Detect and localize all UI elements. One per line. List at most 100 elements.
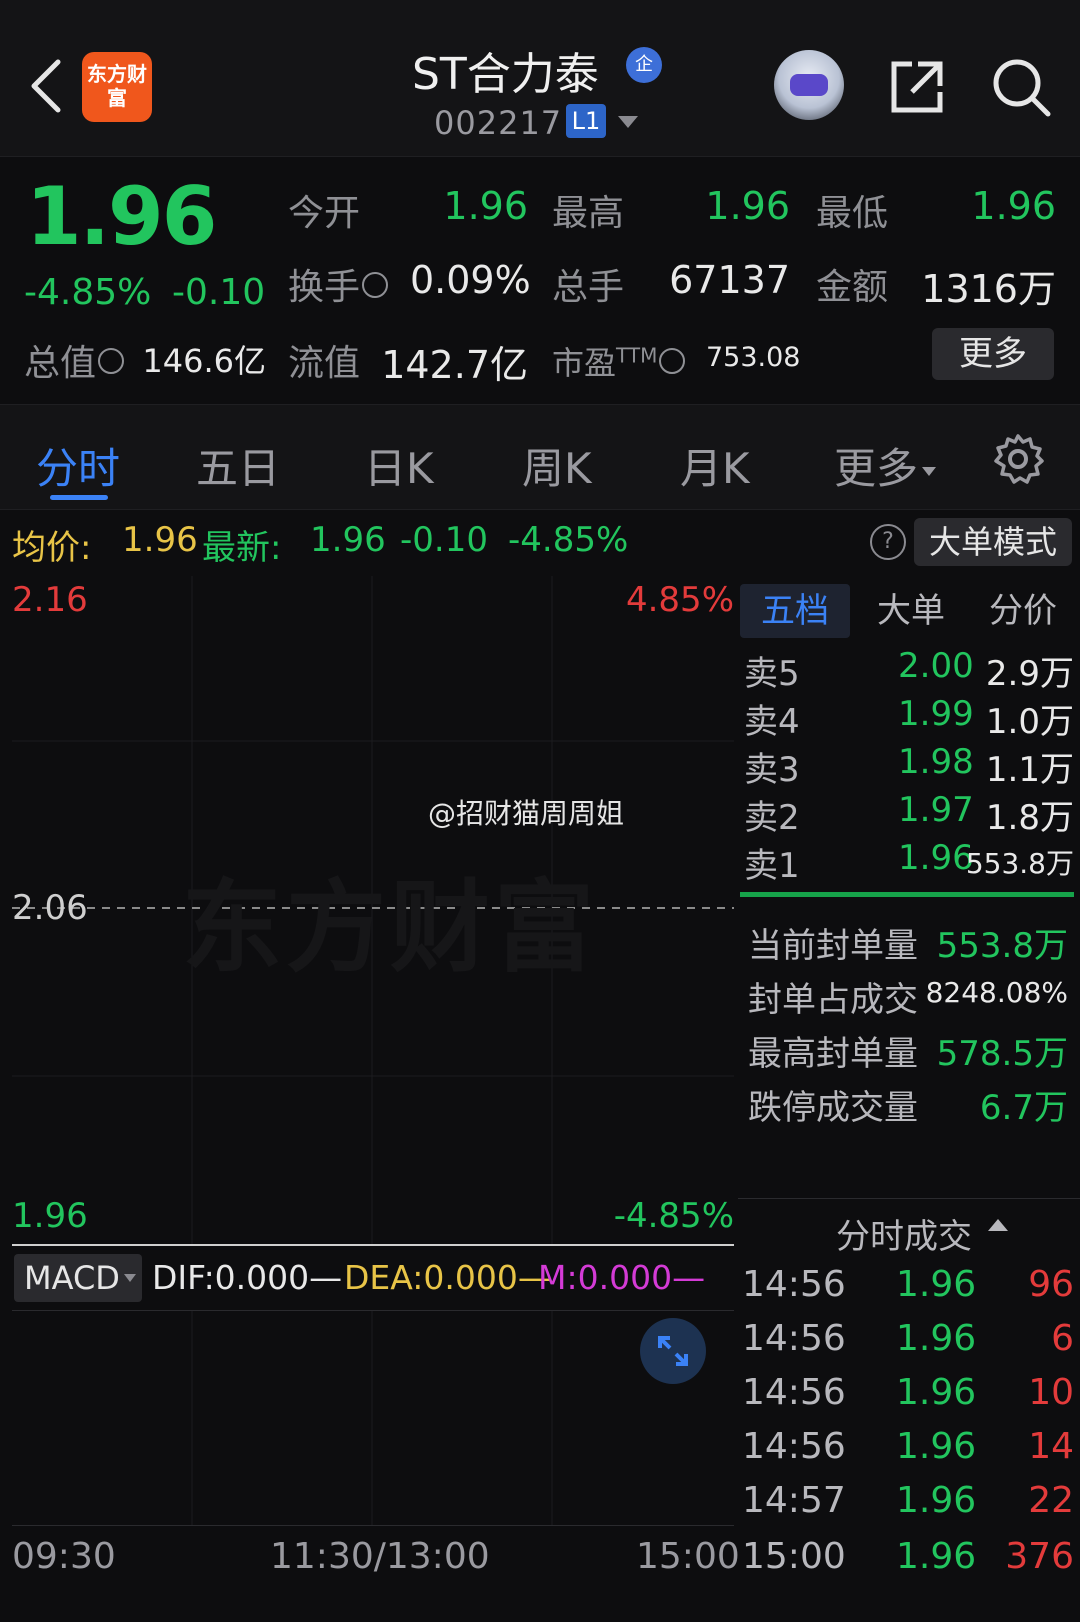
seal-stat-label: 当前封单量 bbox=[748, 926, 918, 966]
latest-price-label: 最新: bbox=[202, 528, 282, 568]
macd-dif: DIF:0.000— bbox=[152, 1258, 343, 1297]
trade-price: 1.96 bbox=[896, 1372, 977, 1413]
y-axis-bottom-price: 1.96 bbox=[12, 1196, 88, 1236]
ask-volume: 2.9万 bbox=[985, 654, 1074, 694]
app-logo[interactable]: 东方财富 bbox=[82, 52, 152, 122]
assistant-robot-icon[interactable] bbox=[774, 50, 844, 120]
trade-volume: 96 bbox=[1028, 1264, 1074, 1305]
tab-more[interactable]: 更多 bbox=[834, 435, 937, 496]
low-label: 最低 bbox=[816, 193, 889, 234]
robot-face bbox=[790, 74, 828, 96]
tab-monthly-k[interactable]: 月K bbox=[680, 435, 750, 496]
x-axis-end: 15:00 bbox=[636, 1536, 740, 1577]
big-order-mode-button[interactable]: 大单模式 bbox=[914, 518, 1072, 566]
change-amount: -0.10 bbox=[172, 272, 266, 313]
share-icon[interactable] bbox=[888, 58, 946, 116]
tab-five-day[interactable]: 五日 bbox=[196, 435, 280, 496]
level-caret-icon[interactable] bbox=[618, 116, 638, 128]
back-arrow-icon[interactable] bbox=[28, 58, 62, 114]
tab-price-distribution[interactable]: 分价 bbox=[968, 584, 1078, 638]
ask-volume: 1.8万 bbox=[985, 798, 1074, 838]
trade-row: 15:00 1.96 376 bbox=[742, 1536, 1074, 1588]
app-header: 东方财富 ST合力泰 企 002217 L1 bbox=[0, 0, 1080, 157]
ask-price: 1.96 bbox=[898, 838, 974, 878]
x-axis-mid: 11:30/13:00 bbox=[270, 1536, 490, 1577]
ask-volume: 1.1万 bbox=[985, 750, 1074, 790]
stock-code: 002217 bbox=[434, 104, 563, 142]
help-icon[interactable]: ? bbox=[870, 524, 906, 560]
high-label: 最高 bbox=[552, 193, 625, 234]
tab-big-orders[interactable]: 大单 bbox=[856, 584, 966, 638]
amount-label: 金额 bbox=[816, 267, 889, 308]
trade-price: 1.96 bbox=[896, 1480, 977, 1521]
price-info-line: 均价: 1.96 最新: 1.96 -0.10 -4.85% ? 大单模式 bbox=[0, 510, 1080, 574]
latest-change-value: -0.10 bbox=[400, 520, 488, 560]
seal-stat-row: 当前封单量 553.8万 bbox=[748, 918, 1068, 968]
total-cap-value: 146.6亿 bbox=[142, 342, 266, 380]
ask-row: 卖4 1.99 1.0万 bbox=[744, 694, 1074, 742]
y-axis-bottom-percent: -4.85% bbox=[613, 1196, 734, 1236]
caret-down-icon bbox=[922, 467, 937, 476]
seal-stat-row: 最高封单量 578.5万 bbox=[748, 1026, 1068, 1076]
latest-price-value: 1.96 bbox=[310, 520, 386, 560]
watermark: 东方财富 bbox=[182, 869, 598, 986]
seal-stat-value: 578.5万 bbox=[936, 1034, 1068, 1074]
change-percent: -4.85% bbox=[24, 272, 152, 313]
limit-seal-bar bbox=[740, 892, 1074, 897]
gear-icon[interactable] bbox=[992, 433, 1044, 485]
trade-price: 1.96 bbox=[896, 1318, 977, 1359]
tab-five-levels[interactable]: 五档 bbox=[740, 584, 850, 638]
ask-price: 2.00 bbox=[898, 646, 974, 686]
pe-value: 753.08 bbox=[706, 342, 801, 373]
trade-time: 14:57 bbox=[742, 1480, 846, 1521]
trade-volume: 10 bbox=[1028, 1372, 1074, 1413]
pe-label: 市盈TTM bbox=[552, 338, 686, 384]
macd-grid bbox=[191, 1311, 553, 1525]
trade-ticks-header[interactable]: 分时成交 bbox=[738, 1198, 1080, 1259]
macd-selector[interactable]: MACD bbox=[14, 1254, 142, 1302]
volume-label: 总手 bbox=[552, 267, 625, 308]
turnover-value: 0.09% bbox=[410, 258, 531, 302]
volume-value: 67137 bbox=[669, 258, 790, 302]
tab-active-indicator bbox=[50, 495, 108, 500]
macd-chart[interactable] bbox=[12, 1310, 734, 1526]
trade-row: 14:56 1.96 14 bbox=[742, 1426, 1074, 1478]
level-badge[interactable]: L1 bbox=[566, 104, 606, 138]
tab-daily-k[interactable]: 日K bbox=[364, 435, 434, 496]
info-dots-icon[interactable] bbox=[98, 348, 125, 374]
more-button[interactable]: 更多 bbox=[932, 328, 1054, 380]
order-book-tabs: 五档 大单 分价 bbox=[738, 578, 1080, 640]
trade-price: 1.96 bbox=[896, 1264, 977, 1305]
y-axis-top-percent: 4.85% bbox=[625, 580, 734, 620]
open-label: 今开 bbox=[288, 193, 361, 234]
caret-down-icon[interactable] bbox=[124, 1274, 136, 1282]
y-axis-top-price: 2.16 bbox=[12, 580, 88, 620]
ask-label: 卖3 bbox=[744, 750, 800, 790]
trade-row: 14:57 1.96 22 bbox=[742, 1480, 1074, 1532]
ask-volume: 1.0万 bbox=[985, 702, 1074, 742]
seal-stat-row: 跌停成交量 6.7万 bbox=[748, 1080, 1068, 1130]
chart-tab-bar: 分时 五日 日K 周K 月K 更多 bbox=[0, 404, 1080, 510]
float-cap-label: 流值 bbox=[288, 343, 361, 384]
total-cap-label: 总值 bbox=[24, 334, 125, 386]
macd-m: M:0.000— bbox=[538, 1258, 706, 1297]
tab-weekly-k[interactable]: 周K bbox=[522, 435, 592, 496]
intraday-chart[interactable]: 东方财富 @招财猫周周姐 2.16 4.85% 2.06 1.96 -4.85% bbox=[12, 576, 734, 1246]
ask-volume: 553.8万 bbox=[965, 847, 1074, 880]
info-dots-icon[interactable] bbox=[362, 272, 389, 298]
stock-name: ST合力泰 bbox=[412, 49, 599, 100]
ask-row: 卖2 1.97 1.8万 bbox=[744, 790, 1074, 838]
tab-intraday[interactable]: 分时 bbox=[36, 435, 120, 496]
search-icon[interactable] bbox=[990, 56, 1052, 118]
trade-ticks-title: 分时成交 bbox=[836, 1217, 972, 1257]
trade-time: 14:56 bbox=[742, 1318, 846, 1359]
float-cap-value: 142.7亿 bbox=[381, 343, 528, 387]
ask-row: 卖3 1.98 1.1万 bbox=[744, 742, 1074, 790]
turnover-label: 换手 bbox=[288, 258, 389, 310]
info-dots-icon[interactable] bbox=[659, 348, 686, 374]
trade-time: 14:56 bbox=[742, 1372, 846, 1413]
expand-chart-button[interactable] bbox=[640, 1318, 706, 1384]
expand-icon bbox=[658, 1336, 688, 1366]
current-price: 1.96 bbox=[26, 170, 217, 263]
trade-price: 1.96 bbox=[896, 1536, 977, 1577]
